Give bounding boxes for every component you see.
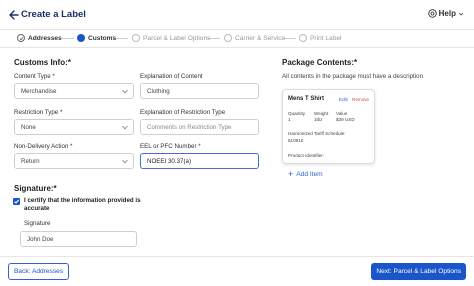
back-arrow-icon[interactable] (9, 9, 19, 21)
value-value: $39 USD (336, 117, 355, 122)
quantity-value: 1 (288, 117, 291, 122)
content-type-value: Merchandise (21, 87, 57, 95)
restriction-type-label: Restriction Type * (14, 109, 63, 116)
link-separator: | (347, 97, 349, 102)
tariff-value: 610910 (288, 138, 304, 143)
signature-input[interactable]: John Doe (20, 231, 137, 247)
step-connector (62, 38, 74, 39)
certify-text: I certify that the information provided … (24, 197, 141, 212)
page-title: Create a Label (21, 9, 86, 20)
top-bar: Create a Label Help (0, 0, 474, 30)
explanation-restriction-input[interactable]: Comments on Restriction Type (140, 119, 259, 135)
pending-step-dot-icon (224, 34, 232, 42)
step-label: Print Label (310, 34, 342, 42)
signature-section-title: Signature:* (14, 184, 57, 193)
non-delivery-select[interactable]: Return (14, 153, 134, 169)
signature-value: John Doe (27, 235, 54, 243)
signature-field-label: Signature (24, 220, 51, 227)
checkmark-icon (14, 199, 20, 204)
add-item-label: Add Item (296, 170, 323, 178)
chevron-down-icon (122, 125, 128, 130)
value-label: Value (336, 111, 348, 116)
help-icon (427, 9, 437, 18)
item-name: Mens T Shirt (288, 96, 325, 102)
edit-item-link[interactable]: Edit (339, 97, 347, 102)
step-customs[interactable]: Customs (77, 34, 116, 42)
eel-pfc-value: NOEEI 30.37(a) (147, 157, 192, 165)
next-parcel-options-button[interactable]: Next: Parcel & Label Options (371, 263, 466, 280)
package-section-title: Package Contents:* (282, 58, 358, 67)
check-icon (17, 34, 25, 42)
package-item-card: Mens T Shirt Edit | Remove Quantity 1 We… (282, 89, 375, 164)
remove-item-link[interactable]: Remove (352, 97, 369, 102)
chevron-down-icon (122, 159, 128, 164)
step-parcel-label-options[interactable]: Parcel & Label Options (132, 34, 210, 42)
non-delivery-label: Non-Delivery Action * (14, 143, 73, 150)
quantity-label: Quantity (288, 111, 306, 116)
step-label: Parcel & Label Options (143, 34, 211, 42)
active-step-dot-icon (77, 34, 85, 42)
pending-step-dot-icon (299, 34, 307, 42)
back-addresses-button[interactable]: Back: Addresses (8, 263, 70, 280)
step-label: Addresses (28, 34, 62, 42)
pending-step-dot-icon (132, 34, 140, 42)
step-label: Customs (88, 34, 117, 42)
step-label: Carrier & Service (235, 34, 286, 42)
explanation-restriction-placeholder: Comments on Restriction Type (147, 123, 232, 131)
tariff-label: Harmonized Tariff Schedule: (288, 131, 346, 136)
help-label: Help (438, 9, 456, 18)
restriction-type-value: None (21, 123, 36, 131)
weight-value: 1lbz (314, 117, 323, 122)
certify-checkbox[interactable] (13, 198, 20, 205)
explanation-content-input[interactable]: Clothing (140, 83, 259, 99)
eel-pfc-input[interactable]: NOEEI 30.37(a) (140, 153, 259, 169)
step-connector (284, 38, 296, 39)
step-print-label[interactable]: Print Label (299, 34, 342, 42)
explanation-content-value: Clothing (147, 87, 170, 95)
plus-icon: + (288, 169, 294, 179)
weight-label: Weight (314, 111, 329, 116)
help-button[interactable]: Help (427, 9, 464, 18)
content-type-label: Content Type * (14, 73, 55, 80)
step-addresses[interactable]: Addresses (17, 34, 62, 42)
explanation-restriction-label: Explanation of Restriction Type (140, 109, 226, 116)
non-delivery-value: Return (21, 157, 40, 165)
step-carrier-service[interactable]: Carrier & Service (224, 34, 285, 42)
add-item-button[interactable]: + Add Item (288, 169, 323, 179)
chevron-down-icon (122, 89, 128, 94)
product-identifier-label: Product Identifier: (288, 153, 325, 158)
progress-stepper: Addresses Customs Parcel & Label Options… (0, 30, 474, 48)
restriction-type-select[interactable]: None (14, 119, 134, 135)
chevron-down-icon (458, 12, 464, 15)
customs-section-title: Customs Info:* (14, 58, 71, 67)
step-connector (116, 38, 128, 39)
package-hint: All contents in the package must have a … (282, 73, 424, 80)
content-type-select[interactable]: Merchandise (14, 83, 134, 99)
explanation-content-label: Explanation of Content (140, 73, 203, 80)
footer-bar: Back: Addresses Next: Parcel & Label Opt… (0, 256, 474, 286)
eel-pfc-label: EEL or PFC Number * (140, 143, 201, 150)
